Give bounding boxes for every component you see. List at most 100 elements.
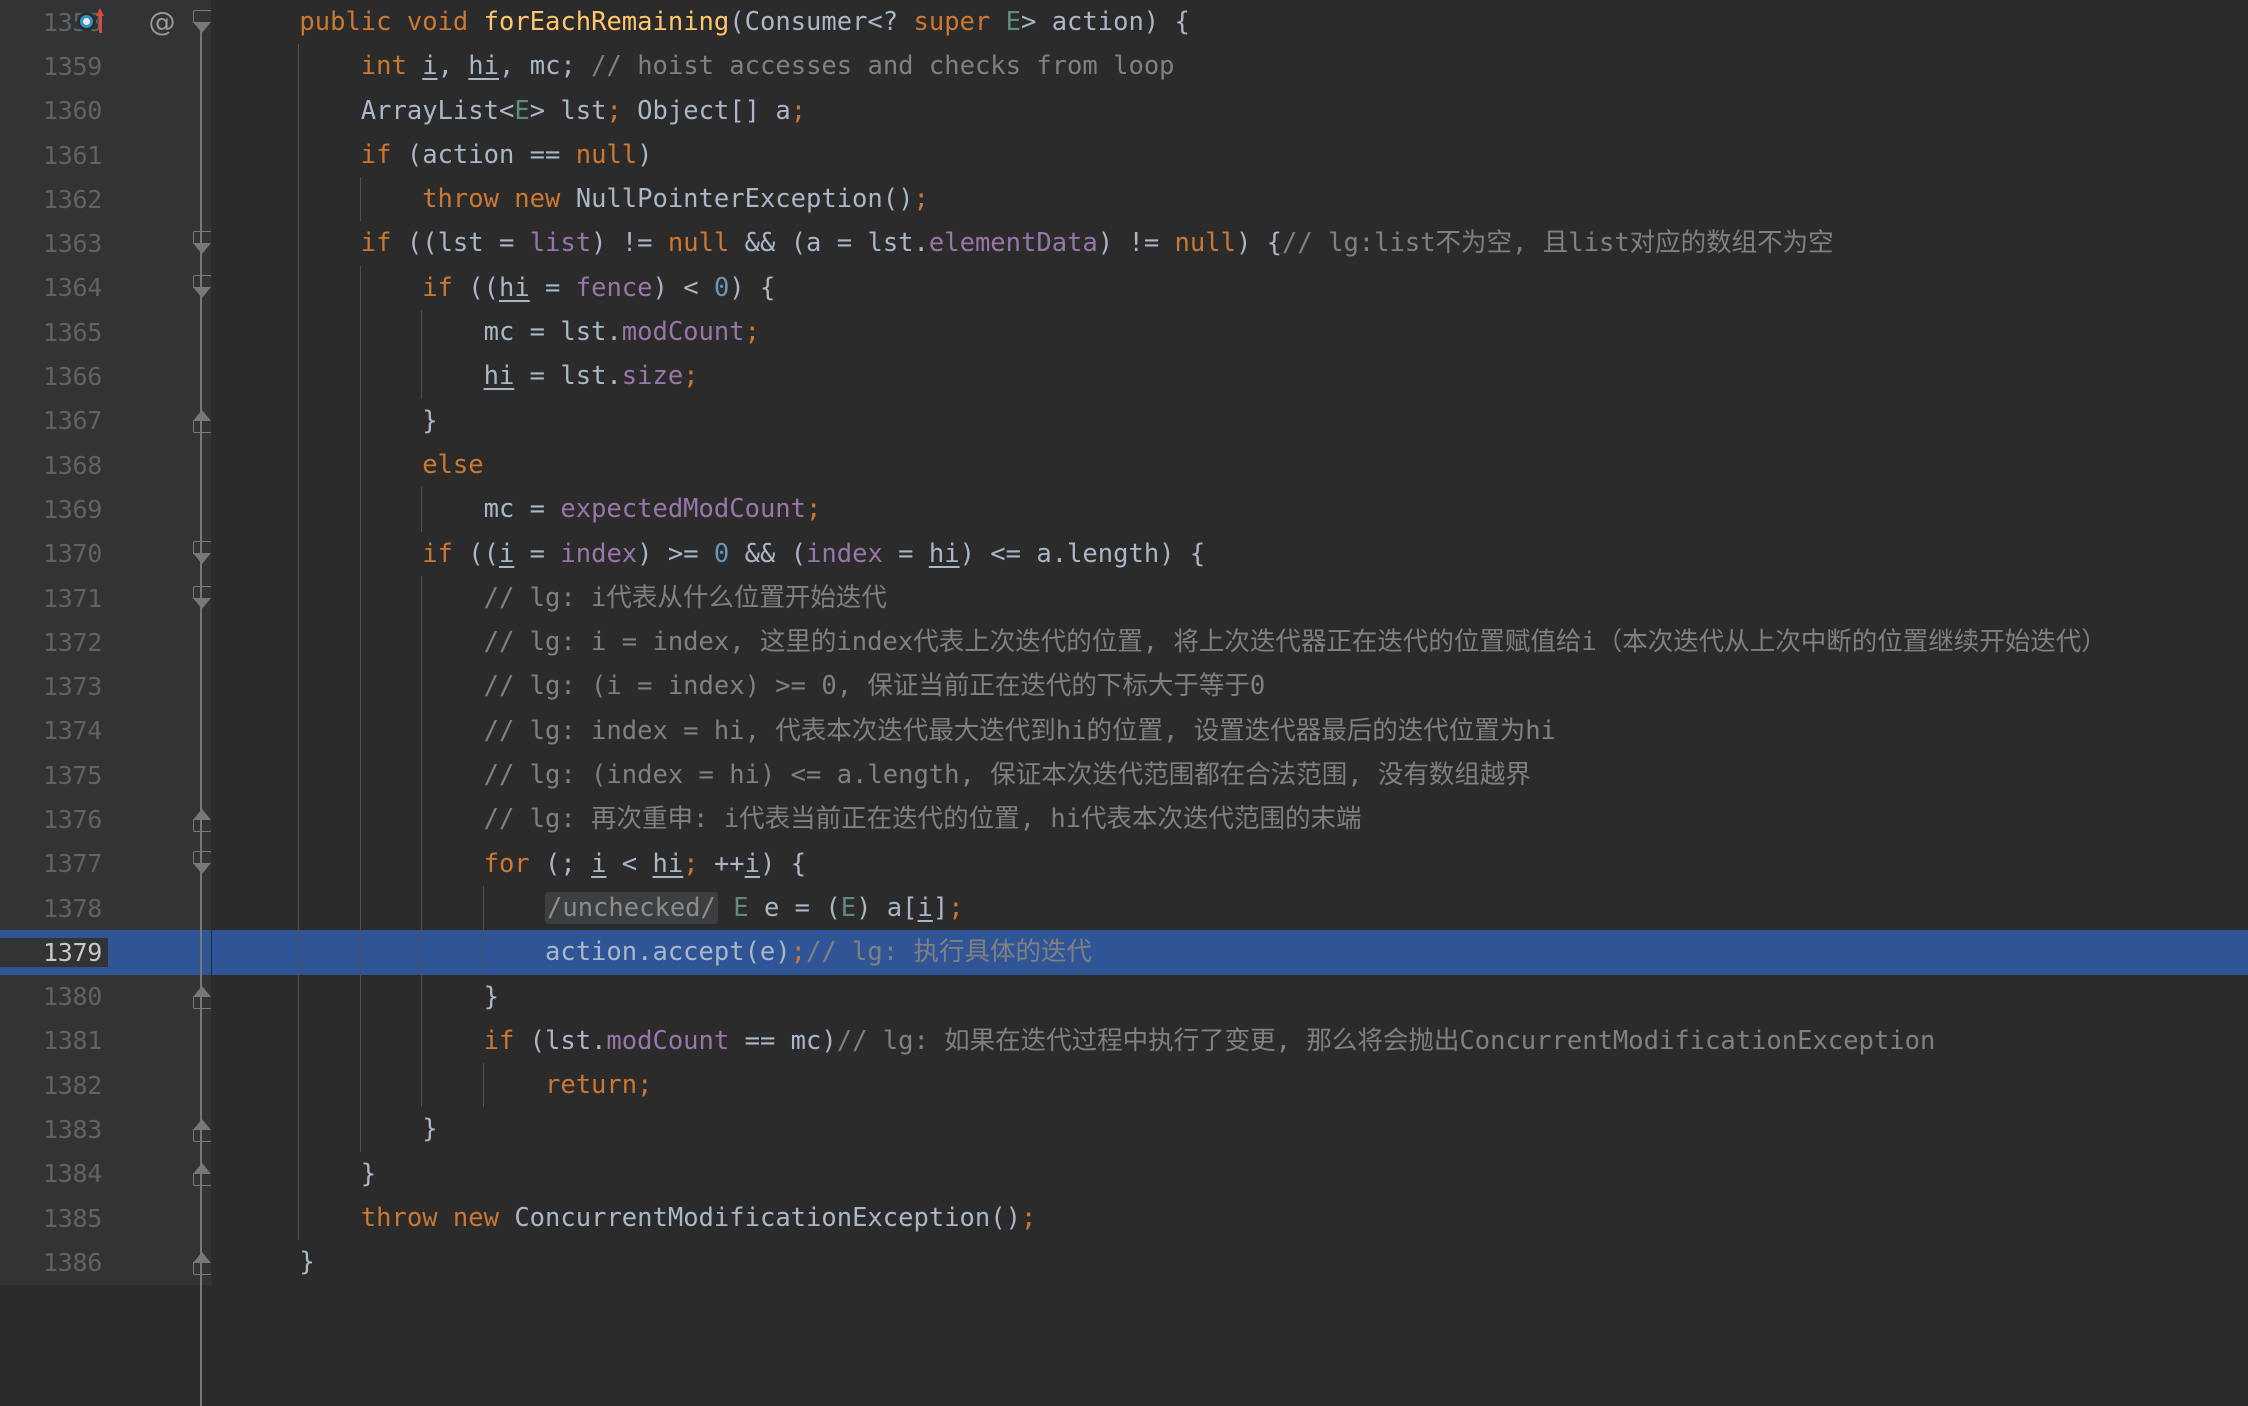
code-token-pun: ConcurrentModificationException()	[514, 1203, 1021, 1234]
code-line[interactable]: 1364 if ((hi = fence) < 0) {	[0, 265, 2248, 311]
code-area[interactable]: if ((i = index) >= 0 && (index = hi) <= …	[212, 531, 2248, 576]
code-area[interactable]: /unchecked/ E e = (E) a[i];	[212, 885, 2248, 931]
editor-gutter[interactable]: 1378	[0, 885, 212, 931]
code-area[interactable]: // lg: index = hi, 代表本次迭代最大迭代到hi的位置, 设置迭…	[212, 708, 2248, 754]
code-line[interactable]: 1359 int i, hi, mc; // hoist accesses and…	[0, 44, 2248, 89]
code-line[interactable]: 1365 mc = lst.modCount;	[0, 310, 2248, 355]
code-line[interactable]: 1369 mc = expectedModCount;	[0, 487, 2248, 532]
code-area[interactable]: public void forEachRemaining(Consumer<? …	[212, 0, 2248, 45]
fold-arrow-down-glyph	[192, 9, 212, 35]
code-area[interactable]: hi = lst.size;	[212, 354, 2248, 399]
code-line[interactable]: 1368 else	[0, 442, 2248, 488]
editor-gutter[interactable]: 1376	[0, 797, 212, 842]
code-line[interactable]: 1380}	[0, 974, 2248, 1019]
code-area[interactable]: action.accept(e);// lg: 执行具体的迭代	[212, 930, 2248, 975]
gutter-divider	[211, 0, 212, 1280]
code-line[interactable]: 1385 throw new ConcurrentModificationExce…	[0, 1196, 2248, 1241]
code-area[interactable]: if (lst.modCount == mc)// lg: 如果在迭代过程中执行…	[212, 1018, 2248, 1064]
code-line[interactable]: 1360 ArrayList<E> lst; Object[] a;	[0, 88, 2248, 133]
code-line[interactable]: 1366 hi = lst.size;	[0, 354, 2248, 399]
code-area[interactable]: // lg: i代表从什么位置开始迭代	[212, 575, 2248, 621]
code-token-pun: && (	[729, 538, 807, 569]
editor-gutter[interactable]: 1386	[0, 1240, 212, 1285]
code-line-text: else	[212, 443, 483, 487]
code-line[interactable]: 1374 // lg: index = hi, 代表本次迭代最大迭代到hi的位置,…	[0, 708, 2248, 754]
editor-gutter[interactable]: 1369	[0, 487, 212, 532]
editor-gutter[interactable]: 1368	[0, 442, 212, 488]
editor-gutter[interactable]: 1372	[0, 620, 212, 665]
code-editor[interactable]: 1358 @ public void forEachRemaining(Consum…	[0, 0, 2248, 1406]
code-line[interactable]: 1358 @ public void forEachRemaining(Consum…	[0, 0, 2248, 45]
code-area[interactable]: }	[212, 974, 2248, 1019]
code-area[interactable]: ArrayList<E> lst; Object[] a;	[212, 88, 2248, 133]
editor-gutter[interactable]: 1367	[0, 398, 212, 443]
editor-gutter[interactable]: 1364	[0, 265, 212, 311]
editor-gutter[interactable]: 1359	[0, 44, 212, 89]
editor-gutter[interactable]: 1373	[0, 664, 212, 709]
code-area[interactable]: throw new NullPointerException();	[212, 177, 2248, 222]
code-line[interactable]: 1383}	[0, 1107, 2248, 1152]
code-area[interactable]: throw new ConcurrentModificationExceptio…	[212, 1196, 2248, 1241]
code-area[interactable]: }	[212, 1107, 2248, 1152]
code-line[interactable]: 1367}	[0, 398, 2248, 443]
code-area[interactable]: // lg: i = index, 这里的index代表上次迭代的位置, 将上次…	[212, 620, 2248, 665]
editor-gutter[interactable]: 1358 @	[0, 0, 212, 45]
editor-gutter[interactable]: 1377	[0, 841, 212, 886]
code-line[interactable]: 1362 throw new NullPointerException();	[0, 177, 2248, 222]
code-area[interactable]: if ((hi = fence) < 0) {	[212, 265, 2248, 311]
editor-gutter[interactable]: 1384	[0, 1151, 212, 1197]
code-line[interactable]: 1379 action.accept(e);// lg: 执行具体的迭代	[0, 930, 2248, 975]
editor-gutter[interactable]: 1385	[0, 1196, 212, 1241]
code-area[interactable]: for (; i < hi; ++i) {	[212, 841, 2248, 886]
editor-gutter[interactable]: 1362	[0, 177, 212, 222]
code-area[interactable]: else	[212, 442, 2248, 488]
editor-gutter[interactable]: 1379	[0, 930, 248, 975]
code-line[interactable]: 1371 // lg: i代表从什么位置开始迭代	[0, 575, 2248, 621]
code-token-pun: }	[422, 405, 438, 436]
code-line[interactable]: 1376 // lg: 再次重申: i代表当前正在迭代的位置, hi代表本次迭代范…	[0, 797, 2248, 842]
code-area[interactable]: if ((lst = list) != null && (a = lst.ele…	[212, 221, 2248, 266]
line-number: 1383	[42, 1115, 102, 1145]
code-line[interactable]: 1375 // lg: (index = hi) <= a.length, 保证本…	[0, 753, 2248, 798]
code-line[interactable]: 1377 for (; i < hi; ++i) {	[0, 841, 2248, 886]
code-area[interactable]: // lg: (i = index) >= 0, 保证当前正在迭代的下标大于等于…	[212, 664, 2248, 709]
editor-gutter[interactable]: 1366	[0, 354, 212, 399]
code-token-gen: E	[1005, 7, 1021, 37]
editor-gutter[interactable]: 1380	[0, 974, 212, 1019]
code-line-text: }	[212, 1240, 314, 1284]
code-area[interactable]: mc = lst.modCount;	[212, 310, 2248, 355]
editor-gutter[interactable]: 1360	[0, 88, 212, 133]
code-area[interactable]: // lg: 再次重申: i代表当前正在迭代的位置, hi代表本次迭代范围的末端	[212, 797, 2248, 842]
code-area[interactable]: }	[212, 1151, 2248, 1197]
editor-gutter[interactable]: 1383	[0, 1107, 212, 1152]
code-line[interactable]: 1363 if ((lst = list) != null && (a = lst…	[0, 221, 2248, 266]
editor-gutter[interactable]: 1374	[0, 708, 212, 754]
code-line[interactable]: 1361 if (action == null)	[0, 132, 2248, 178]
code-line[interactable]: 1382 return;	[0, 1063, 2248, 1108]
editor-gutter[interactable]: 1370	[0, 531, 212, 576]
code-area[interactable]: if (action == null)	[212, 132, 2248, 178]
code-area[interactable]: mc = expectedModCount;	[212, 487, 2248, 532]
editor-gutter[interactable]: 1382	[0, 1063, 212, 1108]
editor-gutter[interactable]: 1375	[0, 753, 212, 798]
code-area[interactable]: return;	[212, 1063, 2248, 1108]
code-line[interactable]: 1386}	[0, 1240, 2248, 1285]
code-line[interactable]: 1372 // lg: i = index, 这里的index代表上次迭代的位置,…	[0, 620, 2248, 665]
annotation-at-icon[interactable]: @	[148, 8, 176, 36]
code-line[interactable]: 1384}	[0, 1151, 2248, 1197]
code-line[interactable]: 1378/unchecked/ E e = (E) a[i];	[0, 885, 2248, 931]
code-line[interactable]: 1373 // lg: (i = index) >= 0, 保证当前正在迭代的下标…	[0, 664, 2248, 709]
editor-gutter[interactable]: 1371	[0, 575, 212, 621]
editor-gutter[interactable]: 1361	[0, 132, 212, 178]
override-method-icon[interactable]	[76, 5, 110, 39]
code-line[interactable]: 1381 if (lst.modCount == mc)// lg: 如果在迭代过…	[0, 1018, 2248, 1064]
editor-gutter[interactable]: 1363	[0, 221, 212, 266]
code-area[interactable]: int i, hi, mc; // hoist accesses and che…	[212, 44, 2248, 89]
code-area[interactable]: }	[212, 398, 2248, 443]
editor-gutter[interactable]: 1365	[0, 310, 212, 355]
editor-gutter[interactable]: 1381	[0, 1018, 212, 1064]
code-area[interactable]: }	[212, 1240, 2248, 1285]
code-line[interactable]: 1370 if ((i = index) >= 0 && (index = hi)…	[0, 531, 2248, 576]
code-area[interactable]: // lg: (index = hi) <= a.length, 保证本次迭代范…	[212, 753, 2248, 798]
code-token-pun: NullPointerException()	[575, 184, 914, 215]
